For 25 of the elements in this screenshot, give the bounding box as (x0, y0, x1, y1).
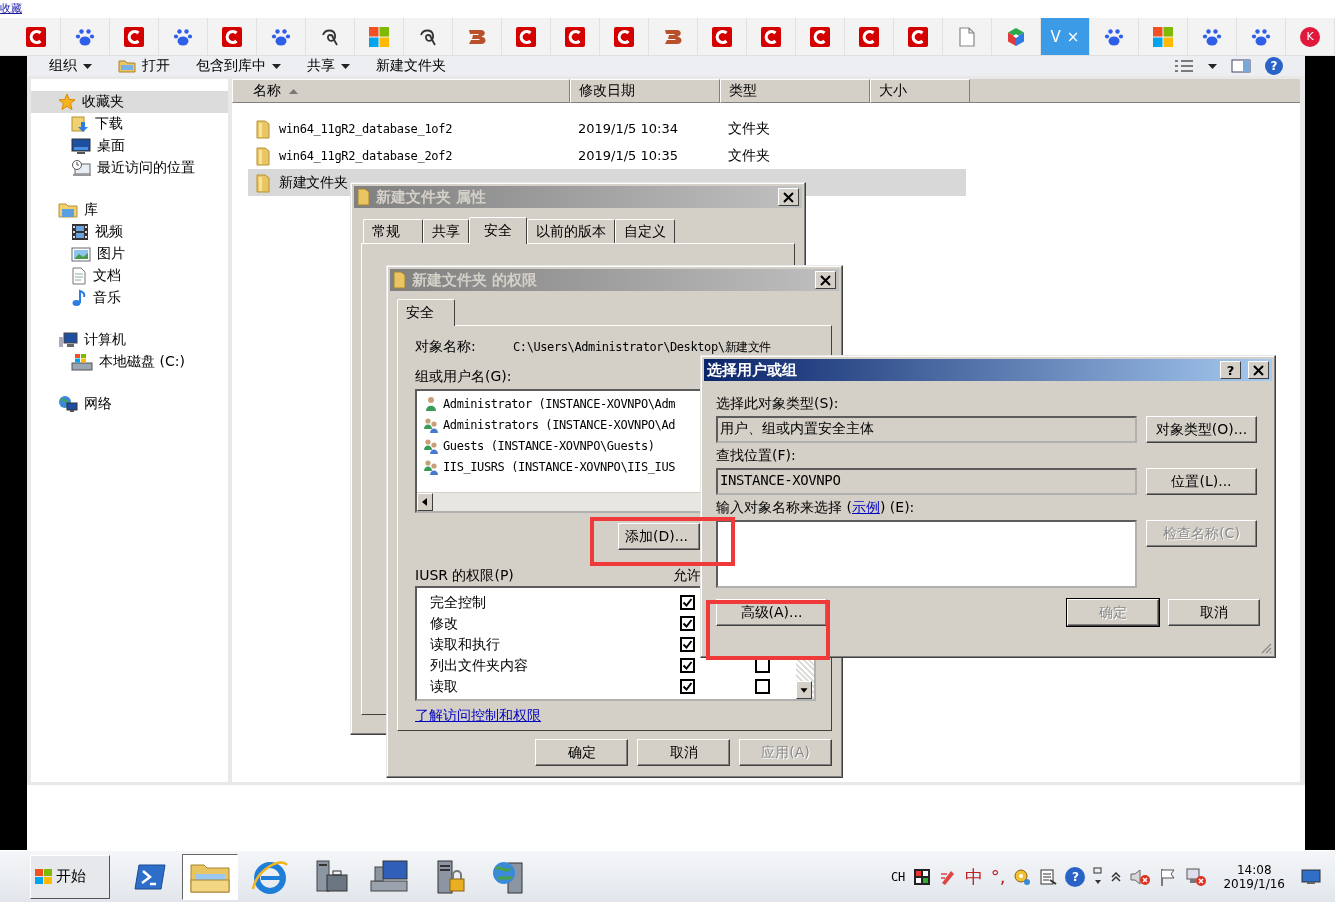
field-label: 输入对象名称来选择 (示例) (E): (716, 499, 916, 517)
window-title: 选择用户或组 (707, 360, 797, 380)
field-label: 组或用户名(G): (415, 368, 512, 386)
file-type: 文件夹 (728, 146, 770, 165)
file-name: 新建文件夹 (279, 173, 348, 192)
file-name: win64_11gR2_database_1of2 (279, 121, 453, 136)
field-label: 对象名称: (415, 338, 477, 356)
modified-date: 2019/1/5 10:34 (578, 121, 679, 136)
field-label: IUSR 的权限(P) (415, 567, 514, 585)
permission-name: 修改 (430, 614, 458, 633)
file-name: win64_11gR2_database_2of2 (279, 148, 453, 163)
column-header: 允许 (673, 567, 701, 585)
field-label: 查找位置(F): (716, 447, 797, 465)
file-type: 文件夹 (728, 119, 770, 138)
object-path: C:\Users\Administrator\Desktop\新建文件 (513, 338, 771, 356)
modified-date: 2019/1/5 10:35 (578, 148, 679, 163)
window-title: 新建文件夹 的权限 (412, 270, 538, 290)
object-type-field: 用户、组或内置安全主体 (716, 416, 1137, 443)
location-field: INSTANCE-XOVNPO (716, 468, 1137, 495)
permission-name: 读取和执行 (430, 635, 500, 654)
permission-name: 完全控制 (430, 593, 486, 612)
field-label: 选择此对象类型(S): (716, 395, 840, 413)
permission-name: 读取 (430, 677, 458, 696)
window-title: 新建文件夹 属性 (376, 187, 487, 207)
permission-name: 列出文件夹内容 (430, 656, 528, 675)
